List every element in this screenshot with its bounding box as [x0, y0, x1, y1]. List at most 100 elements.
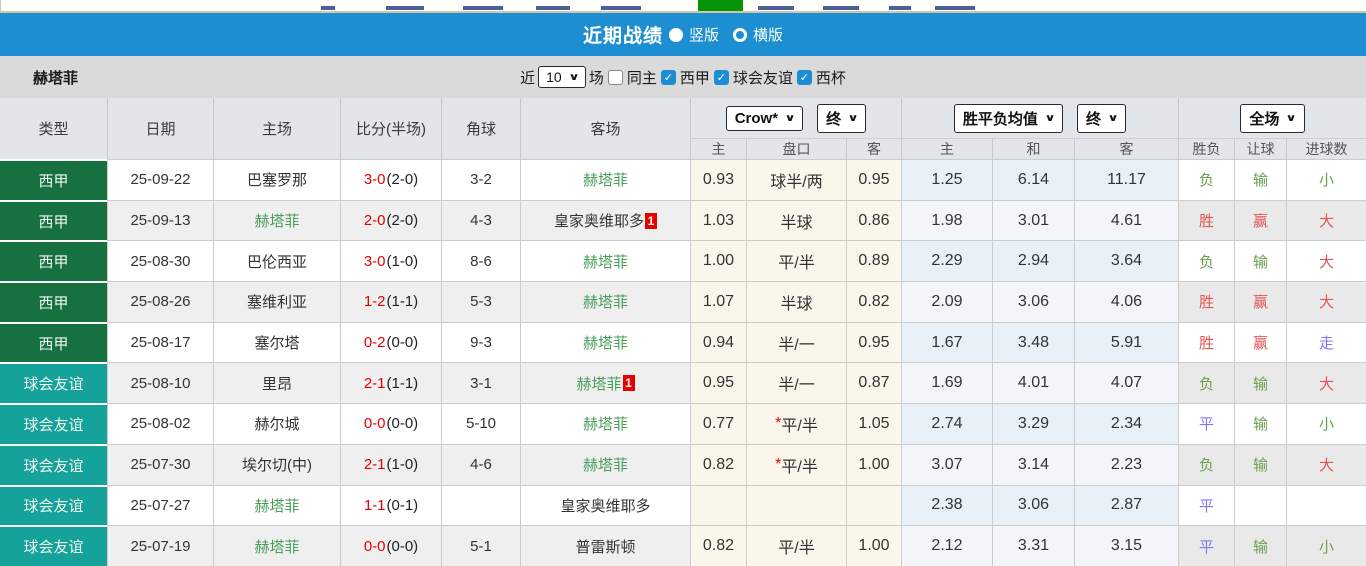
- team-link[interactable]: 赫尔城: [254, 413, 299, 434]
- date-cell: 25-08-30: [107, 240, 213, 281]
- nav-item-sliver[interactable]: [758, 6, 794, 10]
- nav-item-sliver[interactable]: [959, 6, 975, 10]
- handicap-result-cell: 赢: [1234, 322, 1286, 363]
- corners-cell: 5-10: [441, 403, 520, 444]
- euro-home-odds-cell: 2.38: [901, 485, 992, 526]
- asian-home-odds-cell: 1.07: [690, 281, 746, 322]
- scope-select[interactable]: 全场 ∨: [1240, 104, 1304, 133]
- team-link[interactable]: 赫塔菲: [583, 251, 628, 272]
- asian-away-odds-cell: 1.05: [846, 403, 901, 444]
- red-card-badge: 1: [645, 213, 657, 229]
- team-link[interactable]: 赫塔菲: [254, 495, 299, 516]
- result-cell: 平: [1178, 525, 1234, 566]
- filter-bar: 赫塔菲 近 10 ∨ 场 同主 西甲 球会友谊 西杯: [0, 56, 1366, 98]
- euro-away-odds-cell: 2.34: [1074, 403, 1178, 444]
- corners-cell: 9-3: [441, 322, 520, 363]
- chevron-down-icon: ∨: [848, 113, 859, 124]
- nav-item-sliver[interactable]: [386, 6, 424, 10]
- team-link[interactable]: 塞维利亚: [247, 291, 307, 312]
- nav-item-sliver[interactable]: [321, 6, 335, 10]
- score-cell: 3-0(2-0): [340, 159, 441, 200]
- asian-away-odds-cell: 0.89: [846, 240, 901, 281]
- scope-header: 全场 ∨: [1178, 98, 1366, 138]
- league-cup-checkbox[interactable]: [797, 70, 812, 85]
- team-link[interactable]: 巴塞罗那: [247, 169, 307, 190]
- handicap-cell: *平/半: [746, 444, 846, 485]
- nav-item-sliver[interactable]: [601, 6, 641, 10]
- asian-home-odds-cell: 0.82: [690, 525, 746, 566]
- league-laliga-checkbox[interactable]: [661, 70, 676, 85]
- col-header-home: 主场: [213, 98, 340, 159]
- layout-horizontal-radio[interactable]: [733, 28, 747, 42]
- league-cell: 球会友谊: [0, 444, 107, 485]
- league-friendly-checkbox[interactable]: [714, 70, 729, 85]
- date-cell: 25-08-17: [107, 322, 213, 363]
- result-cell: 负: [1178, 159, 1234, 200]
- nav-item-sliver[interactable]: [889, 6, 911, 10]
- asian-away-odds-cell: 0.82: [846, 281, 901, 322]
- corners-cell: 5-3: [441, 281, 520, 322]
- away-team-cell: 赫塔菲: [520, 240, 690, 281]
- league-cell: 西甲: [0, 159, 107, 200]
- league-friendly-label: 球会友谊: [733, 67, 793, 88]
- same-home-checkbox[interactable]: [608, 70, 623, 85]
- team-link[interactable]: 巴伦西亚: [247, 251, 307, 272]
- team-link[interactable]: 赫塔菲: [583, 332, 628, 353]
- team-link[interactable]: 赫塔菲: [254, 210, 299, 231]
- euro-draw-odds-cell: 3.06: [992, 485, 1074, 526]
- date-cell: 25-08-10: [107, 362, 213, 403]
- date-cell: 25-08-02: [107, 403, 213, 444]
- asian-away-odds-cell: 0.86: [846, 200, 901, 241]
- chevron-down-icon: ∨: [1286, 113, 1297, 124]
- team-name-label: 赫塔菲: [33, 67, 78, 88]
- team-link[interactable]: 赫塔菲: [583, 291, 628, 312]
- nav-item-sliver[interactable]: [935, 6, 959, 10]
- team-link[interactable]: 埃尔切(中): [242, 454, 312, 475]
- team-link[interactable]: 赫塔菲: [583, 169, 628, 190]
- company-select[interactable]: Crow* ∨: [726, 106, 803, 131]
- team-link[interactable]: 普雷斯顿: [575, 536, 635, 557]
- early-odds-star: *: [775, 456, 781, 474]
- col-header-away: 客场: [520, 98, 690, 159]
- team-link[interactable]: 皇家奥维耶多: [554, 210, 644, 231]
- away-team-cell: 赫塔菲1: [520, 362, 690, 403]
- subcol-euro-home: 主: [901, 138, 992, 159]
- average-period-select[interactable]: 终 ∨: [1077, 104, 1126, 133]
- team-link[interactable]: 赫塔菲: [583, 454, 628, 475]
- team-link[interactable]: 塞尔塔: [254, 332, 299, 353]
- col-header-type: 类型: [0, 98, 107, 159]
- team-link[interactable]: 皇家奥维耶多: [560, 495, 650, 516]
- top-nav-bar: [0, 0, 1366, 11]
- nav-active-tab[interactable]: [698, 0, 743, 11]
- home-team-cell: 塞维利亚: [213, 281, 340, 322]
- home-team-cell: 里昂: [213, 362, 340, 403]
- team-link[interactable]: 赫塔菲: [254, 536, 299, 557]
- nav-item-sliver[interactable]: [536, 6, 570, 10]
- euro-draw-odds-cell: 2.94: [992, 240, 1074, 281]
- score-cell: 3-0(1-0): [340, 240, 441, 281]
- handicap-result-cell: 输: [1234, 444, 1286, 485]
- team-link[interactable]: 里昂: [262, 373, 292, 394]
- recent-count-select[interactable]: 10 ∨: [538, 66, 586, 88]
- handicap-cell: 半/一: [746, 322, 846, 363]
- score-cell: 2-0(2-0): [340, 200, 441, 241]
- handicap-cell: 半/一: [746, 362, 846, 403]
- subcol-asian-home: 主: [690, 138, 746, 159]
- layout-vertical-radio[interactable]: [669, 28, 683, 42]
- asian-away-odds-cell: 0.95: [846, 322, 901, 363]
- team-link[interactable]: 赫塔菲: [583, 413, 628, 434]
- average-select[interactable]: 胜平负均值 ∨: [954, 104, 1063, 133]
- score-cell: 0-0(0-0): [340, 403, 441, 444]
- layout-horizontal-label: 横版: [753, 24, 783, 45]
- subcol-asian-away: 客: [846, 138, 901, 159]
- nav-item-sliver[interactable]: [463, 6, 503, 10]
- company-period-select[interactable]: 终 ∨: [817, 104, 866, 133]
- euro-away-odds-cell: 11.17: [1074, 159, 1178, 200]
- handicap-cell: 平/半: [746, 240, 846, 281]
- euro-home-odds-cell: 1.69: [901, 362, 992, 403]
- goals-result-cell: 大: [1286, 281, 1366, 322]
- corners-cell: 4-6: [441, 444, 520, 485]
- nav-item-sliver[interactable]: [823, 6, 859, 10]
- team-link[interactable]: 赫塔菲: [576, 373, 621, 394]
- handicap-result-cell: [1234, 485, 1286, 526]
